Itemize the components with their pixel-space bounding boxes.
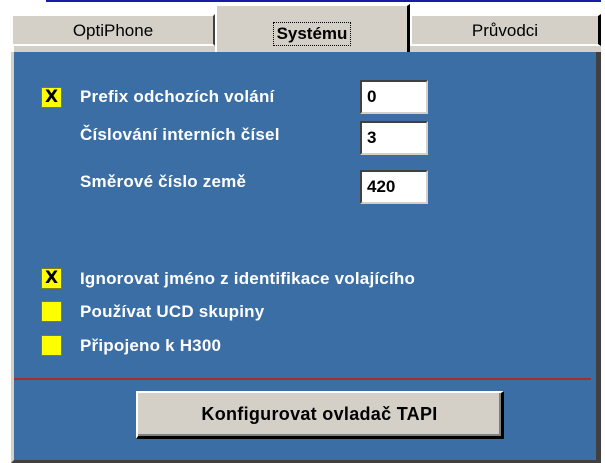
top-rule — [46, 0, 601, 2]
numbering-label: Číslování interních čísel — [80, 125, 280, 144]
prefix-check-mark: X — [44, 87, 59, 107]
prefix-label: Prefix odchozích volání — [80, 87, 275, 106]
tab-pruvodci[interactable]: Průvodci — [410, 14, 601, 46]
ignore-caller-name-check-mark: X — [44, 268, 59, 288]
configure-tapi-button[interactable]: Konfigurovat ovladač TAPI — [136, 391, 504, 439]
prefix-checkbox[interactable]: X — [41, 87, 62, 108]
ucd-groups-label: Používat UCD skupiny — [80, 302, 265, 321]
ignore-caller-name-checkbox[interactable]: X — [41, 268, 62, 289]
h300-connected-checkbox[interactable] — [41, 335, 62, 356]
section-divider — [14, 378, 591, 380]
ucd-groups-checkbox[interactable] — [41, 301, 62, 322]
tab-optiphone[interactable]: OptiPhone — [11, 14, 215, 46]
tab-systemu[interactable]: Systému — [215, 4, 410, 52]
tab-systemu-label: Systému — [272, 22, 352, 46]
numbering-input[interactable]: 3 — [360, 121, 428, 155]
h300-connected-label: Připojeno k H300 — [80, 336, 222, 355]
ignore-caller-name-label: Ignorovat jméno z identifikace volajícíh… — [80, 269, 416, 288]
settings-window: OptiPhone Průvodci Systému X Prefix odch… — [0, 0, 605, 463]
tab-pruvodci-label: Průvodci — [471, 21, 539, 40]
tab-optiphone-label: OptiPhone — [72, 21, 154, 40]
prefix-input[interactable]: 0 — [360, 80, 428, 114]
country-code-input[interactable]: 420 — [360, 170, 428, 204]
country-code-label: Směrové číslo země — [80, 172, 247, 191]
